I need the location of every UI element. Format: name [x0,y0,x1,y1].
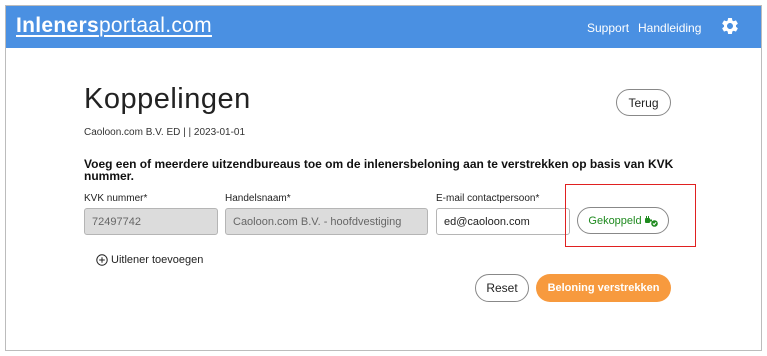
gekoppeld-button[interactable]: Gekoppeld [577,207,669,234]
add-uitlener-label: Uitlener toevoegen [111,254,204,266]
page-subtitle: Caoloon.com B.V. ED | | 2023-01-01 [84,127,246,138]
logo[interactable]: Inlenersportaal.com [16,14,212,38]
handelsnaam-label: Handelsnaam* [225,193,291,204]
top-navbar: Inlenersportaal.com Support Handleiding [6,6,761,48]
email-field[interactable]: ed@caoloon.com [436,208,570,235]
reset-button[interactable]: Reset [475,274,529,302]
back-button[interactable]: Terug [616,89,671,116]
email-label: E-mail contactpersoon* [436,193,540,204]
add-uitlener-button[interactable]: Uitlener toevoegen [96,254,203,266]
nav-support-link[interactable]: Support [587,21,629,35]
handelsnaam-field: Caoloon.com B.V. - hoofdvestiging [225,208,428,235]
plus-circle-icon [96,254,108,266]
kvk-field: 72497742 [84,208,218,235]
plug-connected-icon [644,215,658,227]
gear-icon[interactable] [720,16,740,36]
beloning-verstrekken-button[interactable]: Beloning verstrekken [536,274,671,302]
kvk-label: KVK nummer* [84,193,148,204]
gekoppeld-label: Gekoppeld [588,214,642,227]
page-title: Koppelingen [84,83,251,115]
nav-handleiding-link[interactable]: Handleiding [638,21,701,35]
instruction-text: Voeg een of meerdere uitzendbureaus toe … [84,157,674,183]
